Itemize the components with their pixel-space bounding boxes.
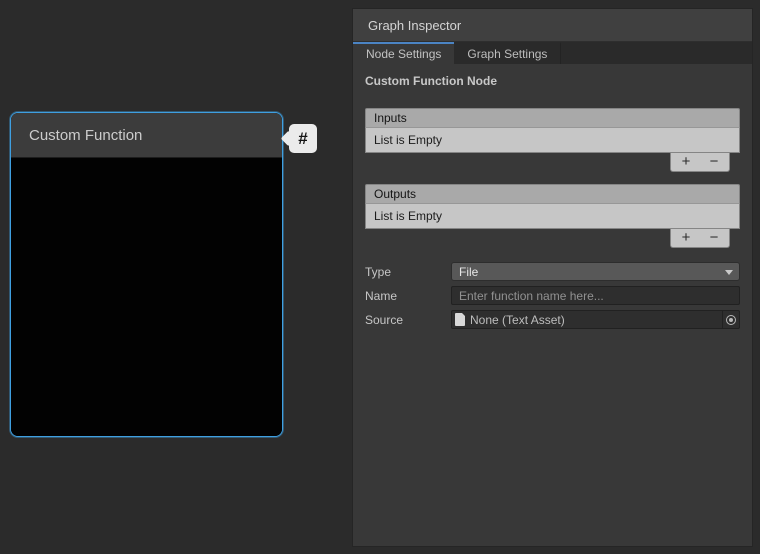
- add-input-button[interactable]: +: [674, 154, 698, 170]
- outputs-list: Outputs List is Empty + −: [365, 184, 740, 248]
- outputs-list-footer: + −: [670, 229, 730, 248]
- remove-output-button[interactable]: −: [702, 230, 726, 246]
- hash-badge[interactable]: #: [289, 124, 317, 153]
- inputs-list-footer-row: + −: [365, 153, 740, 172]
- name-field-row: Name: [365, 286, 740, 305]
- name-label: Name: [365, 289, 451, 303]
- inspector-body: Custom Function Node Inputs List is Empt…: [353, 64, 752, 329]
- function-name-input[interactable]: [451, 286, 740, 305]
- node-settings-heading: Custom Function Node: [365, 74, 740, 88]
- inputs-list: Inputs List is Empty + −: [365, 108, 740, 172]
- node-preview-body: [11, 159, 282, 436]
- source-object-value: None (Text Asset): [470, 313, 722, 327]
- custom-function-node[interactable]: Custom Function: [10, 112, 283, 437]
- add-output-button[interactable]: +: [674, 230, 698, 246]
- list-empty-label: List is Empty: [374, 209, 442, 223]
- graph-canvas[interactable]: Custom Function #: [0, 0, 353, 554]
- inputs-list-empty-row: List is Empty: [365, 128, 740, 153]
- list-empty-label: List is Empty: [374, 133, 442, 147]
- graph-inspector-panel: Graph Inspector Node Settings Graph Sett…: [352, 8, 753, 547]
- hash-icon: #: [298, 129, 307, 149]
- type-label: Type: [365, 265, 451, 279]
- panel-header[interactable]: Graph Inspector: [353, 9, 752, 42]
- panel-title: Graph Inspector: [368, 18, 461, 33]
- outputs-list-header: Outputs: [365, 184, 740, 204]
- shader-graph-window: Custom Function # Graph Inspector Node S…: [0, 0, 760, 554]
- source-field-row: Source None (Text Asset): [365, 310, 740, 329]
- text-asset-icon: [455, 313, 465, 326]
- remove-input-button[interactable]: −: [702, 154, 726, 170]
- chevron-down-icon: [725, 270, 733, 275]
- tab-graph-settings[interactable]: Graph Settings: [454, 42, 561, 64]
- node-header[interactable]: Custom Function: [11, 113, 282, 158]
- tab-node-settings[interactable]: Node Settings: [353, 42, 454, 64]
- outputs-list-empty-row: List is Empty: [365, 204, 740, 229]
- type-dropdown[interactable]: File: [451, 262, 740, 281]
- source-object-field[interactable]: None (Text Asset): [451, 310, 740, 329]
- inputs-list-header: Inputs: [365, 108, 740, 128]
- node-properties: Type File Name Source None (Text Asset): [365, 262, 740, 329]
- source-label: Source: [365, 313, 451, 327]
- inspector-tabbar: Node Settings Graph Settings: [353, 42, 752, 64]
- object-picker-icon: [726, 315, 736, 325]
- type-dropdown-value: File: [459, 265, 478, 279]
- node-title: Custom Function: [29, 127, 142, 144]
- outputs-list-footer-row: + −: [365, 229, 740, 248]
- inputs-list-footer: + −: [670, 153, 730, 172]
- object-picker-button[interactable]: [722, 311, 739, 328]
- type-field-row: Type File: [365, 262, 740, 281]
